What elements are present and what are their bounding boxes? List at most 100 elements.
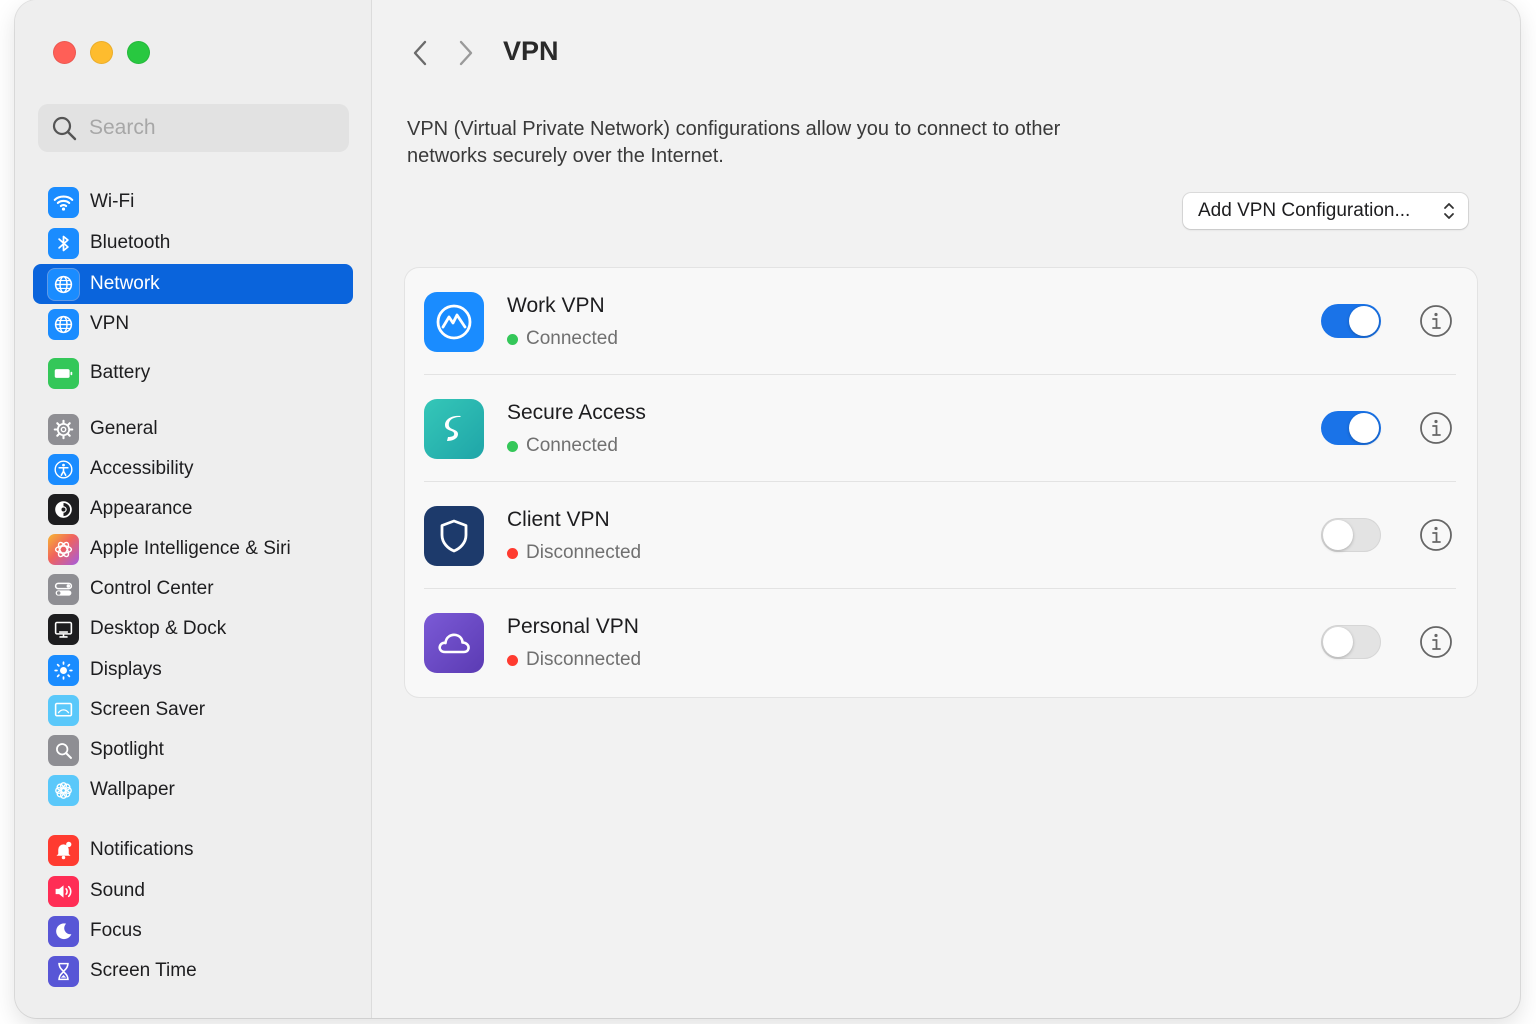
info-icon[interactable] (1419, 518, 1453, 552)
bluetooth-icon (48, 227, 79, 259)
sidebar-item-appearance[interactable]: Appearance (33, 489, 353, 529)
vpn-name: Client VPN (507, 508, 610, 531)
vpn-row-work-vpn: Work VPN Connected (405, 268, 1477, 375)
gear-icon (48, 413, 79, 445)
vpn-status: Connected (507, 435, 618, 457)
sidebar-item-sound[interactable]: Sound (33, 871, 353, 911)
sidebar-item-label: Spotlight (90, 739, 164, 760)
back-button[interactable] (408, 38, 432, 68)
page-title: VPN (503, 36, 559, 66)
flower-icon (48, 774, 79, 806)
sidebar-item-label: Wallpaper (90, 779, 175, 800)
surfshark-icon (424, 399, 484, 459)
sidebar-item-spotlight[interactable]: Spotlight (33, 730, 353, 770)
sidebar-item-label: Desktop & Dock (90, 618, 227, 639)
main-content: VPN VPN (Virtual Private Network) config… (372, 0, 1520, 1018)
search-icon (52, 116, 77, 141)
add-vpn-configuration-button[interactable]: Add VPN Configuration... (1183, 193, 1468, 229)
sidebar-item-desktop-dock[interactable]: Desktop & Dock (33, 609, 353, 649)
vpn-toggle-personal-vpn[interactable] (1321, 625, 1381, 659)
sidebar-item-accessibility[interactable]: Accessibility (33, 449, 353, 489)
appearance-icon (48, 493, 79, 525)
vpn-list: Work VPN Connected Secure Access Connect… (405, 268, 1477, 697)
search-field[interactable] (38, 104, 349, 152)
sidebar-item-focus[interactable]: Focus (33, 911, 353, 951)
sidebar-item-label: Apple Intelligence & Siri (90, 538, 291, 559)
sidebar-item-label: Screen Saver (90, 699, 206, 720)
sidebar-item-label: Sound (90, 880, 145, 901)
sidebar-item-displays[interactable]: Displays (33, 650, 353, 690)
magnifier-icon (48, 734, 79, 766)
sidebar-item-label: Control Center (90, 578, 214, 599)
vpn-name: Personal VPN (507, 615, 639, 638)
sidebar-item-control-center[interactable]: Control Center (33, 569, 353, 609)
status-dot (507, 547, 518, 559)
sidebar-item-label: Battery (90, 362, 151, 383)
sidebar-item-apple-intelligence-siri[interactable]: Apple Intelligence & Siri (33, 529, 353, 569)
vpn-status-text: Disconnected (526, 649, 642, 670)
vpn-status: Disconnected (507, 649, 641, 671)
vpn-name: Secure Access (507, 401, 646, 424)
sidebar-item-screen-saver[interactable]: Screen Saver (33, 690, 353, 730)
sidebar-item-label: General (90, 418, 158, 439)
minimize-window-button[interactable] (90, 41, 113, 64)
accessibility-icon (48, 453, 79, 485)
toggle-knob (1323, 627, 1353, 657)
moon-icon (48, 915, 79, 947)
history-navigation (408, 38, 478, 68)
settings-window: Wi-Fi Bluetooth Network VPN Battery (15, 0, 1520, 1018)
vpn-status: Disconnected (507, 542, 641, 564)
info-icon[interactable] (1419, 625, 1453, 659)
sidebar-item-vpn[interactable]: VPN (33, 304, 353, 344)
chevron-left-icon (413, 40, 427, 66)
vpn-row-secure-access: Secure Access Connected (405, 375, 1477, 482)
vpn-row-personal-vpn: Personal VPN Disconnected (405, 589, 1477, 696)
sidebar-item-label: Network (90, 273, 160, 294)
sidebar-item-wifi[interactable]: Wi-Fi (33, 182, 353, 222)
vpn-status-text: Connected (526, 328, 618, 349)
chevron-up-down-icon (1444, 203, 1454, 219)
close-window-button[interactable] (53, 41, 76, 64)
sidebar-item-label: VPN (90, 313, 130, 334)
sidebar-item-label: Accessibility (90, 458, 194, 479)
siri-icon (48, 533, 79, 565)
sidebar-item-network[interactable]: Network (33, 264, 353, 304)
sidebar-item-notifications[interactable]: Notifications (33, 830, 353, 870)
mountain-icon (424, 292, 484, 352)
control-center-icon (48, 573, 79, 605)
chevron-right-icon (459, 40, 473, 66)
vpn-toggle-client-vpn[interactable] (1321, 518, 1381, 552)
sidebar-item-label: Focus (90, 920, 142, 941)
vpn-description: VPN (Virtual Private Network) configurat… (407, 118, 1061, 167)
sidebar-item-bluetooth[interactable]: Bluetooth (33, 223, 353, 263)
vpn-toggle-secure-access[interactable] (1321, 411, 1381, 445)
info-icon[interactable] (1419, 304, 1453, 338)
sidebar: Wi-Fi Bluetooth Network VPN Battery (15, 0, 372, 1018)
sidebar-item-label: Notifications (90, 839, 194, 860)
shield-icon (424, 506, 484, 566)
sidebar-item-wallpaper[interactable]: Wallpaper (33, 770, 353, 810)
wifi-icon (48, 186, 79, 218)
sidebar-item-label: Screen Time (90, 960, 197, 981)
add-vpn-configuration-label: Add VPN Configuration... (1198, 200, 1411, 221)
status-dot (507, 333, 518, 345)
sidebar-item-general[interactable]: General (33, 409, 353, 449)
status-dot (507, 654, 518, 666)
vpn-name: Work VPN (507, 294, 605, 317)
desktop-icon (48, 613, 79, 645)
search-input[interactable] (87, 115, 331, 141)
globe-icon (48, 268, 79, 300)
vpn-status: Connected (507, 328, 618, 350)
info-icon[interactable] (1419, 411, 1453, 445)
toggle-knob (1323, 520, 1353, 550)
sidebar-item-screen-time[interactable]: Screen Time (33, 951, 353, 991)
zoom-window-button[interactable] (127, 41, 150, 64)
sidebar-item-battery[interactable]: Battery (33, 353, 353, 393)
forward-button[interactable] (454, 38, 478, 68)
battery-icon (48, 357, 79, 389)
sidebar-item-label: Bluetooth (90, 232, 171, 253)
vpn-row-client-vpn: Client VPN Disconnected (405, 482, 1477, 589)
vpn-toggle-work-vpn[interactable] (1321, 304, 1381, 338)
sun-icon (48, 654, 79, 686)
vpn-status-text: Connected (526, 435, 618, 456)
